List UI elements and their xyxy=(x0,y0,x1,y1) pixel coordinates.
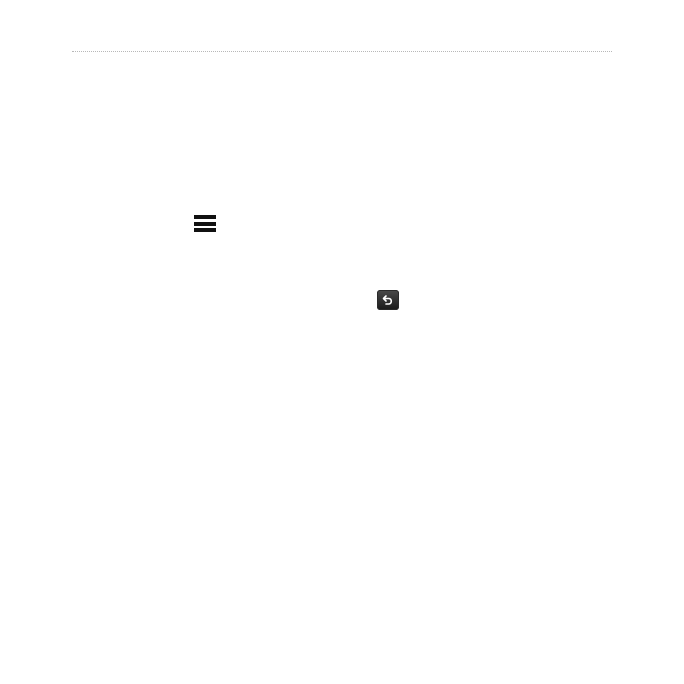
back-icon xyxy=(377,290,399,310)
back-arrow-glyph xyxy=(382,295,393,305)
menu-icon xyxy=(194,215,216,232)
menu-icon-bar xyxy=(194,221,216,226)
document-page xyxy=(0,0,684,684)
header-dotted-rule xyxy=(72,51,612,52)
menu-icon-bar xyxy=(194,215,216,219)
menu-icon-bar xyxy=(194,228,216,232)
